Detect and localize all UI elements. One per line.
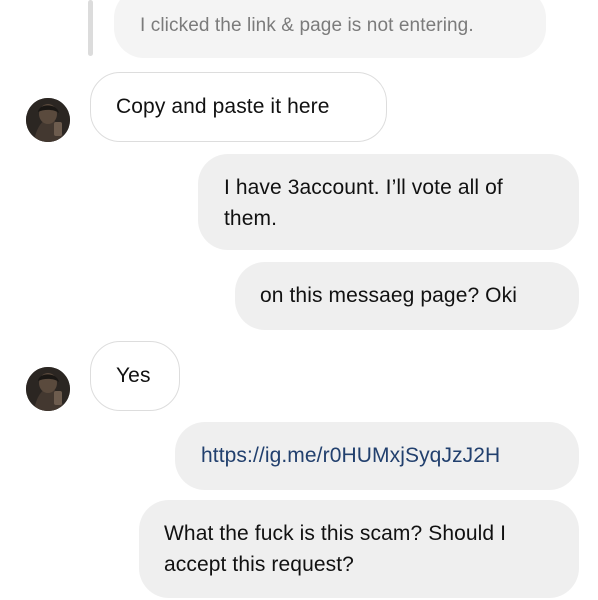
sent-message-bubble[interactable]: on this messaeg page? Oki: [235, 262, 579, 330]
avatar-photo-icon: [26, 98, 70, 142]
sent-message-text: I have 3account. I’ll vote all of them.: [224, 176, 503, 230]
quoted-message-bubble[interactable]: I clicked the link & page is not enterin…: [114, 0, 546, 58]
sent-link-text[interactable]: https://ig.me/r0HUMxjSyqJzJ2H: [201, 444, 500, 467]
received-message-bubble[interactable]: Copy and paste it here: [90, 72, 387, 142]
reply-indicator-bar: [88, 0, 93, 56]
sent-message-text: on this messaeg page? Oki: [260, 284, 517, 307]
received-message-bubble[interactable]: Yes: [90, 341, 180, 411]
received-message-text: Copy and paste it here: [116, 95, 330, 118]
sent-message-text: What the fuck is this scam? Should I acc…: [164, 522, 507, 576]
contact-avatar[interactable]: [26, 98, 70, 142]
quoted-message-text: I clicked the link & page is not enterin…: [140, 15, 474, 36]
contact-avatar[interactable]: [26, 367, 70, 411]
message-thread: I clicked the link & page is not enterin…: [0, 0, 598, 600]
sent-message-bubble[interactable]: I have 3account. I’ll vote all of them.: [198, 154, 579, 250]
received-message-text: Yes: [116, 364, 151, 387]
sent-message-bubble[interactable]: What the fuck is this scam? Should I acc…: [139, 500, 579, 598]
sent-link-bubble[interactable]: https://ig.me/r0HUMxjSyqJzJ2H: [175, 422, 579, 490]
avatar-photo-icon: [26, 367, 70, 411]
